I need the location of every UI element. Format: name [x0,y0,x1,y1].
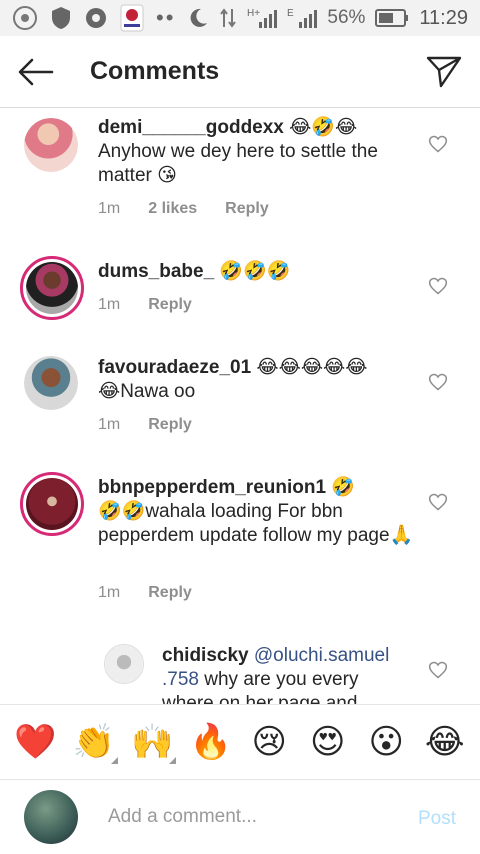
dots-icon: •• [156,5,176,30]
current-user-avatar [24,790,78,844]
avatar[interactable] [104,644,144,684]
comment-time: 1m [98,296,121,313]
heart-icon[interactable] [428,276,448,296]
status-bar: •• H+ E 56% 11:29 [0,0,480,36]
comment-meta: 1m Reply [98,416,220,434]
avatar[interactable] [20,256,84,320]
emoji-tears-of-joy[interactable]: 😂 [419,722,471,762]
comment-emoji: 🤣🤣🤣 [214,261,291,282]
svg-text:H+: H+ [247,8,260,19]
likes-count[interactable]: 2 likes [148,200,197,218]
heart-icon[interactable] [428,492,448,512]
moon-icon [190,8,208,27]
reply-button[interactable]: Reply [148,296,192,314]
username[interactable]: favouradaeze_01 [98,357,251,378]
avatar[interactable] [24,118,78,172]
heart-icon[interactable] [428,372,448,392]
chrome-icon [13,6,37,30]
app-icon [120,4,144,32]
emoji-clapping[interactable]: 👏 [68,722,120,764]
comment-item: dums_babe_ 🤣🤣🤣 1m Reply [0,250,480,334]
avatar[interactable] [24,356,78,410]
shield-icon [52,7,70,29]
signal-e-icon: E [287,8,318,28]
avatar[interactable] [20,472,84,536]
signal-h-icon: H+ [247,8,278,28]
comments-header: Comments [0,36,480,108]
emoji-crying[interactable]: 😢 [243,722,295,762]
page-title: Comments [90,57,220,85]
battery-icon [375,9,409,27]
reply-item: chidiscky @oluchi.samuel .758 why are yo… [0,636,480,704]
share-button[interactable] [422,50,466,94]
svg-text:E: E [287,8,294,19]
post-button[interactable]: Post [418,808,456,830]
reply-button[interactable]: Reply [148,584,192,602]
quick-emoji-bar: ❤️ 👏 🙌 🔥 😢 😍 😮 😂 [0,704,480,780]
comment-item: demi______goddexx 😂🤣😂 Anyhow we dey here… [0,108,480,238]
comment-time: 1m [98,200,121,217]
username[interactable]: bbnpepperdem_reunion1 [98,477,326,498]
arrow-left-icon [18,58,54,85]
username[interactable]: demi______goddexx [98,117,284,138]
comment-composer: Add a comment... Post [0,780,480,854]
emoji-surprised[interactable]: 😮 [360,722,412,762]
comment-text: Anyhow we dey here to settle the matter … [98,141,378,186]
comment-item: bbnpepperdem_reunion1 🤣 🤣🤣wahala loading… [0,466,480,616]
comment-emoji: 🤣 [326,477,355,498]
back-button[interactable] [0,36,72,108]
heart-icon[interactable] [428,660,448,680]
comment-item: favouradaeze_01 😂😂😂😂😂 😂Nawa oo 1m Reply [0,346,480,446]
comment-time: 1m [98,584,121,601]
emoji-fire[interactable]: 🔥 [185,722,237,762]
comment-meta: 1m Reply [98,584,220,602]
emoji-red-heart[interactable]: ❤️ [9,722,61,762]
emoji-heart-eyes[interactable]: 😍 [302,722,354,762]
comment-text: 🤣🤣wahala loading For bbn pepperdem updat… [98,501,414,546]
aperture-icon [86,8,106,28]
comment-emoji: 😂🤣😂 [283,117,358,138]
username[interactable]: chidiscky [162,645,249,666]
emoji-raising-hands[interactable]: 🙌 [126,722,178,764]
comment-emoji: 😂😂😂😂😂 [251,357,368,378]
data-transfer-icon [220,8,237,28]
comment-input[interactable]: Add a comment... [108,806,257,828]
clock: 11:29 [419,6,468,29]
comment-time: 1m [98,416,121,433]
username[interactable]: dums_babe_ [98,261,214,282]
comment-meta: 1m 2 likes Reply [98,200,297,218]
heart-icon[interactable] [428,134,448,154]
comment-meta: 1m Reply [98,296,220,314]
battery-percent: 56% [327,7,366,28]
reply-button[interactable]: Reply [225,200,269,218]
direct-send-icon [426,56,462,88]
comment-text: 😂Nawa oo [98,381,196,402]
reply-button[interactable]: Reply [148,416,192,434]
